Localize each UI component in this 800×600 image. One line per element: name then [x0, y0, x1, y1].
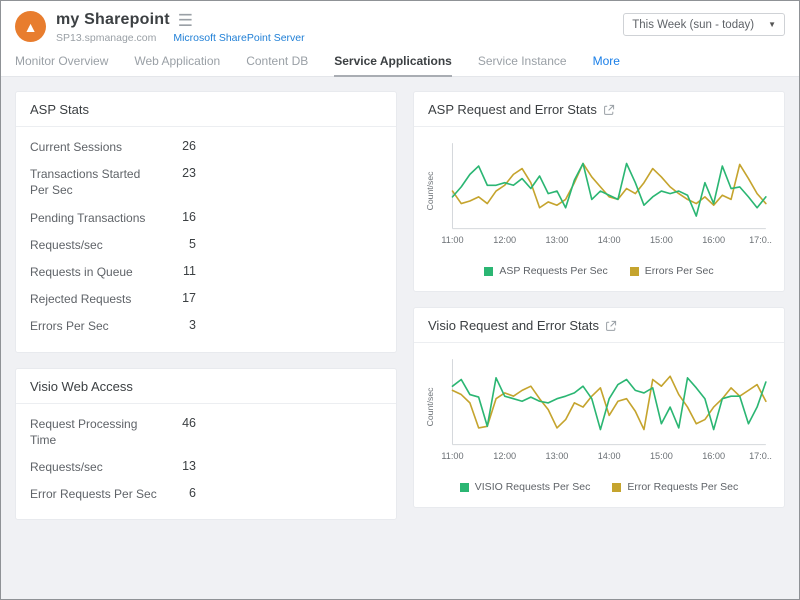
- stat-value: 16: [158, 210, 196, 224]
- legend-item[interactable]: ASP Requests Per Sec: [484, 265, 607, 277]
- asp-stats-title: ASP Stats: [16, 92, 396, 127]
- stat-row: Transactions Started Per Sec23: [30, 166, 382, 198]
- svg-text:16:00: 16:00: [702, 235, 725, 245]
- legend-swatch: [630, 267, 639, 276]
- svg-text:17:0..: 17:0..: [749, 235, 772, 245]
- legend-item[interactable]: Errors Per Sec: [630, 265, 714, 277]
- legend-label: Errors Per Sec: [645, 265, 714, 277]
- dashboard-content: ASP Stats Current Sessions26 Transaction…: [1, 77, 799, 599]
- stat-row: Rejected Requests17: [30, 291, 382, 307]
- asp-chart-title: ASP Request and Error Stats: [428, 102, 597, 117]
- tab-service-instance[interactable]: Service Instance: [478, 48, 567, 77]
- visio-chart-legend: VISIO Requests Per Sec Error Requests Pe…: [414, 477, 784, 507]
- legend-label: VISIO Requests Per Sec: [475, 481, 591, 493]
- stat-label: Errors Per Sec: [30, 318, 158, 334]
- svg-text:16:00: 16:00: [702, 451, 725, 461]
- stat-label: Transactions Started Per Sec: [30, 166, 158, 198]
- page-title: my Sharepoint: [56, 11, 170, 29]
- stat-label: Rejected Requests: [30, 291, 158, 307]
- tab-content-db[interactable]: Content DB: [246, 48, 308, 77]
- svg-text:15:00: 15:00: [650, 235, 673, 245]
- stat-row: Pending Transactions16: [30, 210, 382, 226]
- svg-text:Count/sec: Count/sec: [425, 387, 435, 427]
- open-in-new-window-icon[interactable]: [603, 104, 615, 116]
- stat-value: 26: [158, 139, 196, 153]
- legend-item[interactable]: VISIO Requests Per Sec: [460, 481, 591, 493]
- svg-text:15:00: 15:00: [650, 451, 673, 461]
- visio-web-access-panel: Visio Web Access Request Processing Time…: [15, 368, 397, 521]
- tab-service-applications[interactable]: Service Applications: [334, 48, 452, 77]
- stat-value: 11: [158, 264, 196, 278]
- chevron-down-icon: ▼: [768, 20, 776, 29]
- hamburger-menu-icon[interactable]: ☰: [178, 12, 193, 29]
- stat-row: Errors Per Sec3: [30, 318, 382, 334]
- svg-text:14:00: 14:00: [598, 451, 621, 461]
- time-range-value: This Week (sun - today): [632, 19, 754, 31]
- stat-label: Error Requests Per Sec: [30, 486, 158, 502]
- svg-text:13:00: 13:00: [546, 451, 569, 461]
- svg-text:14:00: 14:00: [598, 235, 621, 245]
- stat-label: Pending Transactions: [30, 210, 158, 226]
- stat-row: Requests in Queue11: [30, 264, 382, 280]
- stat-value: 17: [158, 291, 196, 305]
- legend-label: Error Requests Per Sec: [627, 481, 738, 493]
- tab-bar: Monitor Overview Web Application Content…: [1, 48, 799, 77]
- stat-row: Error Requests Per Sec6: [30, 486, 382, 502]
- stat-row: Current Sessions26: [30, 139, 382, 155]
- visio-chart-area[interactable]: Count/sec 11:00 12:00 13:00 14:00 15:00 16:00 1…: [414, 343, 784, 477]
- visio-line-chart: Count/sec 11:00 12:00 13:00 14:00 15:00 16:00 1…: [424, 351, 774, 475]
- stat-value: 23: [158, 166, 196, 180]
- svg-text:11:00: 11:00: [441, 451, 463, 461]
- visio-request-error-chart-panel: Visio Request and Error Stats Count/sec 1…: [413, 307, 785, 508]
- asp-stats-panel: ASP Stats Current Sessions26 Transaction…: [15, 91, 397, 353]
- svg-text:13:00: 13:00: [546, 235, 569, 245]
- svg-text:11:00: 11:00: [441, 235, 463, 245]
- monitor-status-avatar: ▲: [15, 11, 46, 42]
- asp-line-chart: Count/sec 11:00 12:00 13:00 14:00 15:00 16:00 1…: [424, 135, 774, 259]
- monitor-host: SP13.spmanage.com: [56, 32, 156, 44]
- stat-label: Requests/sec: [30, 459, 158, 475]
- asp-request-error-chart-panel: ASP Request and Error Stats Count/sec 11:…: [413, 91, 785, 292]
- time-range-dropdown[interactable]: This Week (sun - today) ▼: [623, 13, 785, 36]
- stat-row: Requests/sec5: [30, 237, 382, 253]
- svg-text:17:0..: 17:0..: [749, 451, 772, 461]
- tab-more[interactable]: More: [593, 48, 620, 77]
- warning-triangle-icon: ▲: [24, 19, 38, 35]
- stat-row: Request Processing Time46: [30, 416, 382, 448]
- asp-stats-table: Current Sessions26 Transactions Started …: [16, 127, 396, 352]
- stat-label: Requests in Queue: [30, 264, 158, 280]
- tab-web-application[interactable]: Web Application: [134, 48, 220, 77]
- legend-swatch: [484, 267, 493, 276]
- visio-chart-title: Visio Request and Error Stats: [428, 318, 599, 333]
- tab-monitor-overview[interactable]: Monitor Overview: [15, 48, 108, 77]
- visio-web-access-table: Request Processing Time46 Requests/sec13…: [16, 404, 396, 520]
- stat-value: 6: [158, 486, 196, 500]
- visio-web-access-title: Visio Web Access: [16, 369, 396, 404]
- asp-chart-area[interactable]: Count/sec 11:00 12:00 13:00 14:00 15:00 16:00 1…: [414, 127, 784, 261]
- header: ▲ my Sharepoint ☰ SP13.spmanage.com Micr…: [1, 1, 799, 48]
- legend-item[interactable]: Error Requests Per Sec: [612, 481, 738, 493]
- legend-label: ASP Requests Per Sec: [499, 265, 607, 277]
- open-in-new-window-icon[interactable]: [605, 320, 617, 332]
- svg-text:12:00: 12:00: [493, 235, 516, 245]
- stat-label: Requests/sec: [30, 237, 158, 253]
- server-type-link[interactable]: Microsoft SharePoint Server: [173, 32, 304, 44]
- stat-row: Requests/sec13: [30, 459, 382, 475]
- stat-value: 46: [158, 416, 196, 430]
- stat-label: Current Sessions: [30, 139, 158, 155]
- stat-label: Request Processing Time: [30, 416, 158, 448]
- stat-value: 3: [158, 318, 196, 332]
- legend-swatch: [460, 483, 469, 492]
- app-window: ▲ my Sharepoint ☰ SP13.spmanage.com Micr…: [0, 0, 800, 600]
- stat-value: 13: [158, 459, 196, 473]
- svg-text:Count/sec: Count/sec: [425, 171, 435, 211]
- svg-text:12:00: 12:00: [493, 451, 516, 461]
- asp-chart-legend: ASP Requests Per Sec Errors Per Sec: [414, 261, 784, 291]
- stat-value: 5: [158, 237, 196, 251]
- legend-swatch: [612, 483, 621, 492]
